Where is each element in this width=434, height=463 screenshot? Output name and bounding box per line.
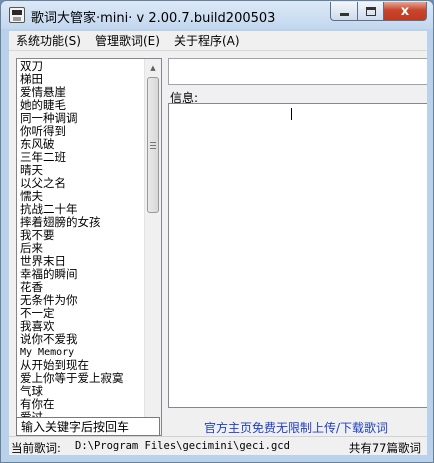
window-title: 歌词大管家·mini· v 2.00.7.build200503 xyxy=(31,11,276,26)
song-list-item[interactable]: 爱情悬崖 xyxy=(20,86,144,99)
search-input[interactable] xyxy=(16,417,160,436)
song-list-item[interactable]: 从开始到现在 xyxy=(20,359,144,372)
status-bar: 当前歌词: D:\Program Files\gecimini\geci.gcd… xyxy=(9,436,427,455)
song-list-item[interactable]: 懦夫 xyxy=(20,190,144,203)
song-list-item[interactable]: 摔着翅膀的女孩 xyxy=(20,216,144,229)
song-list-item[interactable]: 无条件为你 xyxy=(20,294,144,307)
song-list-item[interactable]: 东风破 xyxy=(20,138,144,151)
song-list-scrollbar[interactable]: ▲ ▼ xyxy=(144,59,161,435)
song-list-item[interactable]: 幸福的瞬间 xyxy=(20,268,144,281)
song-list-item[interactable]: 以父之名 xyxy=(20,177,144,190)
song-list-items: 双刀 梯田 爱情悬崖 她的睫毛 同一种调调 你听得到 东风破 三年二班 晴天 以父之名 懦夫 抗战二十… xyxy=(20,60,144,435)
song-list-item[interactable]: 双刀 xyxy=(20,60,144,73)
song-list-item[interactable]: 梯田 xyxy=(20,73,144,86)
text-caret xyxy=(291,108,292,120)
song-list-item[interactable]: 晴天 xyxy=(20,164,144,177)
song-list-item[interactable]: 爱上你等于爱上寂寞 xyxy=(20,372,144,385)
scroll-thumb[interactable] xyxy=(147,77,159,213)
song-list-item[interactable]: 气球 xyxy=(20,385,144,398)
app-window: 歌词大管家·mini· v 2.00.7.build200503 x 系统功能(… xyxy=(0,0,434,463)
song-list-item[interactable]: 不一定 xyxy=(20,307,144,320)
floppy-disk-icon[interactable] xyxy=(9,7,25,23)
scroll-up-icon[interactable]: ▲ xyxy=(145,59,161,76)
grip-icon xyxy=(150,141,156,149)
lyric-count: 共有77篇歌词 xyxy=(348,441,421,455)
song-list-item[interactable]: 你听得到 xyxy=(20,125,144,138)
song-list-item[interactable]: 同一种调调 xyxy=(20,112,144,125)
song-list[interactable]: 双刀 梯田 爱情悬崖 她的睫毛 同一种调调 你听得到 东风破 三年二班 晴天 以父之名 懦夫 抗战二十… xyxy=(16,58,162,436)
song-list-item[interactable]: My Memory xyxy=(20,346,144,359)
song-list-item[interactable]: 世界末日 xyxy=(20,255,144,268)
menu-system[interactable]: 系统功能(S) xyxy=(9,32,88,49)
lyric-file-path: D:\Program Files\gecimini\geci.gcd xyxy=(75,440,290,452)
status-label: 当前歌词: xyxy=(11,441,61,455)
menu-manage-lyrics[interactable]: 管理歌词(E) xyxy=(88,32,167,49)
song-list-item[interactable]: 花香 xyxy=(20,281,144,294)
client-area: 系统功能(S) 管理歌词(E) 关于程序(A) 双刀 梯田 爱情悬崖 她的睫毛 同一种调… xyxy=(9,31,427,455)
minimize-button[interactable] xyxy=(330,2,357,21)
title-bar[interactable]: 歌词大管家·mini· v 2.00.7.build200503 x xyxy=(1,1,433,29)
close-button[interactable]: x xyxy=(383,2,427,21)
lyric-title-field[interactable] xyxy=(168,58,427,85)
song-list-item[interactable]: 抗战二十年 xyxy=(20,203,144,216)
menu-bar: 系统功能(S) 管理歌词(E) 关于程序(A) xyxy=(9,31,427,51)
maximize-icon xyxy=(365,6,376,16)
minimize-icon xyxy=(339,12,349,16)
maximize-button[interactable] xyxy=(357,2,383,21)
song-list-item[interactable]: 说你不爱我 xyxy=(20,333,144,346)
caption-buttons: x xyxy=(330,2,427,22)
song-list-item[interactable]: 有你在 xyxy=(20,398,144,411)
close-icon: x xyxy=(400,3,410,19)
song-list-item[interactable]: 我喜欢 xyxy=(20,320,144,333)
info-textarea[interactable] xyxy=(168,103,427,408)
song-list-item[interactable]: 我不要 xyxy=(20,229,144,242)
upload-download-link[interactable]: 官方主页免费无限制上传/下载歌词 xyxy=(204,419,388,436)
menu-about[interactable]: 关于程序(A) xyxy=(167,32,247,49)
song-list-item[interactable]: 后来 xyxy=(20,242,144,255)
song-list-item[interactable]: 她的睫毛 xyxy=(20,99,144,112)
song-list-item[interactable]: 三年二班 xyxy=(20,151,144,164)
